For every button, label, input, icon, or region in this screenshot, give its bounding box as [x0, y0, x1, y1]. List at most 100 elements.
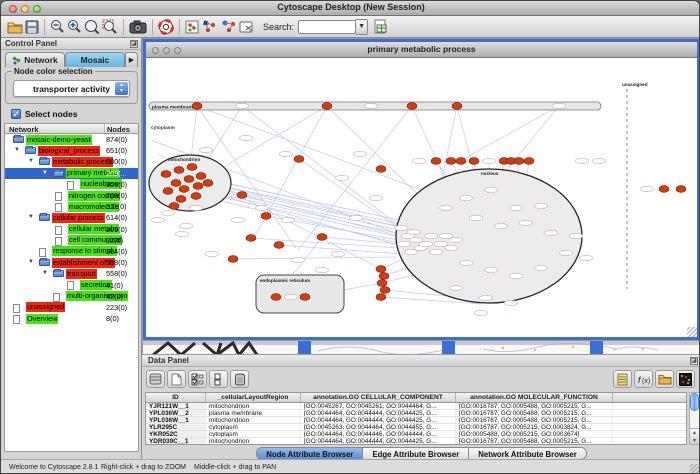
selected-node[interactable]: [163, 188, 173, 195]
node-label[interactable]: [199, 147, 213, 152]
filter-icon[interactable]: [220, 18, 237, 36]
node-label[interactable]: [559, 250, 573, 255]
vizmapper-icon[interactable]: A: [201, 18, 218, 36]
edge[interactable]: [498, 106, 559, 180]
node-label[interactable]: [239, 135, 253, 140]
node-label[interactable]: [412, 158, 426, 163]
selected-node[interactable]: [376, 166, 386, 173]
node-label[interactable]: [474, 310, 488, 315]
node-label[interactable]: [544, 230, 558, 235]
node-label[interactable]: [459, 260, 473, 265]
select-all-icon[interactable]: [188, 370, 207, 388]
help-icon[interactable]: [158, 18, 174, 36]
tab-overflow-icon[interactable]: ▶: [125, 52, 138, 67]
tab-mosaic[interactable]: Mosaic: [65, 52, 125, 67]
selected-node[interactable]: [294, 156, 304, 163]
selected-node[interactable]: [176, 196, 186, 203]
tree-row[interactable]: ▼metabolic process280(0): [5, 156, 138, 167]
attribute-table[interactable]: ID _cellularLayoutRegion annotation.GO C…: [145, 392, 687, 445]
selected-node[interactable]: [377, 280, 387, 287]
node-label[interactable]: [231, 217, 245, 222]
node-label[interactable]: [449, 285, 463, 290]
selected-node[interactable]: [317, 234, 327, 241]
node-label[interactable]: [429, 249, 443, 254]
frame-resize-grip[interactable]: [687, 327, 697, 337]
tree-row[interactable]: ▼transport558(0): [5, 268, 138, 279]
node-label[interactable]: [315, 267, 329, 272]
selected-node[interactable]: [171, 180, 181, 187]
table-vertical-scrollbar[interactable]: ▲▼: [689, 392, 700, 445]
table-row[interactable]: YPL036W__1mitochondrion[GO:0044464, GO:0…: [146, 417, 686, 424]
node-label[interactable]: [552, 103, 566, 108]
col-molecular-function[interactable]: annotation.GO MOLECULAR_FUNCTION: [456, 393, 613, 402]
selected-node[interactable]: [407, 103, 417, 110]
new-attribute-icon[interactable]: [167, 370, 186, 388]
node-label[interactable]: [151, 217, 165, 222]
node-label[interactable]: [509, 273, 523, 278]
tree-row[interactable]: unassigned223(0): [5, 302, 138, 313]
selected-node[interactable]: [161, 171, 171, 178]
unselect-all-icon[interactable]: [209, 370, 228, 388]
expander-icon[interactable]: ▼: [42, 270, 48, 276]
open-network-icon[interactable]: [7, 18, 23, 36]
zoom-in-icon[interactable]: [67, 18, 82, 36]
search-dropdown-icon[interactable]: ▼: [356, 19, 368, 35]
tree-row[interactable]: secretion41(0): [5, 279, 138, 290]
node-label[interactable]: [179, 223, 193, 228]
node-label[interactable]: [444, 245, 458, 250]
node-label[interactable]: [640, 186, 654, 191]
node-label[interactable]: [349, 215, 363, 220]
node-label[interactable]: [494, 223, 508, 228]
node-label[interactable]: [284, 294, 298, 299]
network-frame-titlebar[interactable]: primary metabolic process: [146, 42, 697, 58]
node-label[interactable]: [353, 151, 367, 156]
window-resize-grip[interactable]: [690, 464, 700, 474]
node-label[interactable]: [291, 257, 305, 262]
node-label[interactable]: [575, 158, 589, 163]
node-label[interactable]: [459, 195, 473, 200]
zoom-fit-icon[interactable]: [84, 18, 100, 36]
float-panel-icon[interactable]: ◪: [690, 357, 698, 365]
selected-node[interactable]: [187, 164, 197, 171]
col-region[interactable]: _cellularLayoutRegion: [206, 393, 301, 402]
node-label[interactable]: [335, 175, 349, 180]
selected-node[interactable]: [191, 193, 201, 200]
selected-node[interactable]: [196, 173, 206, 180]
selected-node[interactable]: [456, 158, 466, 165]
tree-row[interactable]: mosaic-demo-yeast874(0): [5, 134, 138, 145]
node-label[interactable]: [592, 158, 606, 163]
import-network-icon[interactable]: [185, 18, 199, 36]
scrollbar-thumb[interactable]: [690, 393, 699, 411]
node-label[interactable]: [484, 187, 498, 192]
col-id[interactable]: ID: [146, 393, 206, 402]
zoom-selected-icon[interactable]: [102, 18, 118, 36]
tree-row[interactable]: ▼establishment of lo558(0): [5, 257, 138, 268]
edge[interactable]: [197, 106, 448, 200]
save-session-icon[interactable]: [25, 18, 39, 36]
node-label[interactable]: [394, 225, 408, 230]
tree-row[interactable]: response to stimulu264(0): [5, 246, 138, 257]
formula-icon[interactable]: f(x): [634, 370, 653, 388]
expander-icon[interactable]: ▼: [14, 147, 20, 153]
selected-node[interactable]: [300, 294, 310, 301]
selected-node[interactable]: [246, 235, 256, 242]
node-label[interactable]: [504, 300, 518, 305]
tree-row[interactable]: cellular metabo209(0): [5, 224, 138, 235]
selected-node[interactable]: [469, 158, 479, 165]
tree-row[interactable]: nucleobase-209(0): [5, 179, 138, 190]
tree-row[interactable]: cell communicat22(0): [5, 235, 138, 246]
col-cellular-component[interactable]: annotation.GO CELLULAR_COMPONENT: [301, 393, 456, 402]
selected-node[interactable]: [274, 242, 284, 249]
tree-row[interactable]: macromolecule311(0): [5, 201, 138, 212]
node-color-dropdown[interactable]: transporter activity ▲▼: [13, 80, 130, 97]
node-label[interactable]: [482, 158, 496, 163]
node-label[interactable]: [479, 295, 493, 300]
node-label[interactable]: [534, 203, 548, 208]
selected-node[interactable]: [379, 273, 389, 280]
select-attributes-icon[interactable]: [146, 370, 165, 388]
selected-node[interactable]: [192, 103, 202, 110]
node-label[interactable]: [279, 151, 293, 156]
node-label[interactable]: [439, 205, 453, 210]
node-label[interactable]: [579, 255, 593, 260]
tree-row[interactable]: ▼primary metabo209(...: [5, 168, 138, 179]
